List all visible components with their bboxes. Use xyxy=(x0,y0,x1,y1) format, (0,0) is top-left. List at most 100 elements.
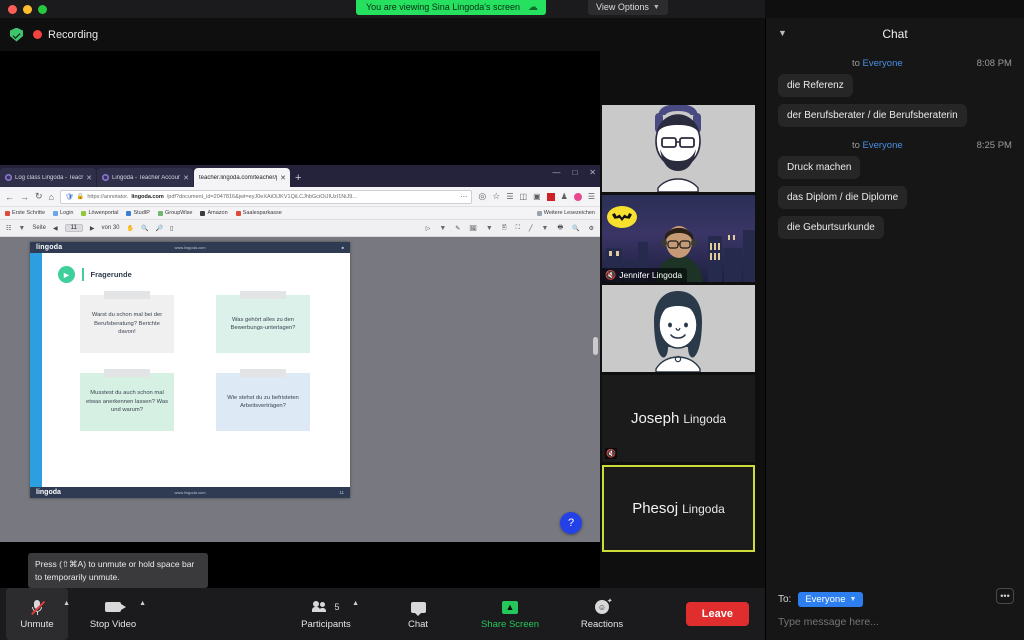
chat-recipient-dropdown[interactable]: Everyone ▼ xyxy=(798,592,864,607)
image-tool-icon[interactable]: 🖼 xyxy=(469,225,477,232)
bookmark-star-icon[interactable]: ☆ xyxy=(492,191,500,202)
pdf-scrollbar-thumb[interactable] xyxy=(593,337,598,355)
extension-pink-icon[interactable] xyxy=(573,192,582,201)
bookmark-item[interactable]: Saalesparkasse xyxy=(235,210,282,216)
participant-tile[interactable] xyxy=(602,105,755,192)
bookmark-item[interactable]: Login xyxy=(53,210,73,216)
chat-to-target[interactable]: Everyone xyxy=(863,58,903,69)
page-actions-icon[interactable]: ⋯ xyxy=(460,193,467,201)
slide-accent-strip xyxy=(30,253,42,487)
note-tool-icon[interactable]: 🖹 xyxy=(502,223,507,233)
more-bookmarks-button[interactable]: Weitere Lesezeichen xyxy=(536,210,595,216)
chat-more-options-button[interactable]: ••• xyxy=(996,588,1014,604)
unmute-button[interactable]: Unmute ▲ xyxy=(6,588,70,640)
sidebar-toggle-icon[interactable]: ☷ xyxy=(6,225,11,232)
back-icon[interactable]: ← xyxy=(5,192,14,202)
hamburger-menu-icon[interactable]: ☰ xyxy=(588,192,595,201)
stop-video-button[interactable]: Stop Video ▲ xyxy=(82,588,146,640)
print-icon[interactable]: 🖶 xyxy=(557,223,563,233)
chevron-down-icon[interactable]: ▼ xyxy=(18,225,25,232)
view-options-button[interactable]: View Options ▼ xyxy=(588,0,668,15)
library-icon[interactable]: ☰ xyxy=(506,192,513,201)
shape-tool-icon[interactable]: ⛶ xyxy=(516,225,520,232)
audio-options-chevron-icon[interactable]: ▲ xyxy=(63,600,70,607)
chat-button[interactable]: Chat xyxy=(387,588,449,640)
microphone-muted-icon: 🔇 xyxy=(605,269,617,280)
search-icon[interactable]: 🔍 xyxy=(572,225,579,232)
new-tab-button[interactable]: + xyxy=(295,172,301,184)
pocket-icon[interactable]: ◎ xyxy=(478,191,486,202)
reactions-button[interactable]: ☺ ✦ Reactions xyxy=(571,588,633,640)
chat-to-prefix: to xyxy=(851,140,860,151)
participant-tile-active-speaker[interactable]: Phesoj Lingoda xyxy=(602,465,755,552)
send-plane-icon: ► xyxy=(58,266,75,283)
container-icon[interactable]: ▣ xyxy=(533,192,541,201)
home-icon[interactable]: ⌂ xyxy=(49,192,54,202)
slide-header: lingoda www.lingoda.com ■ xyxy=(30,242,350,253)
participant-display-name: Joseph Lingoda xyxy=(631,410,726,427)
zoom-meeting-window: You are viewing Sina Lingoda's screen ☁ … xyxy=(0,0,1024,640)
browser-tab[interactable]: Lingoda - Teacher Account ✕ xyxy=(97,168,193,187)
participants-chevron-icon[interactable]: ▲ xyxy=(352,600,359,607)
participant-tile[interactable]: Joseph Lingoda 🔇 xyxy=(602,375,755,462)
bookmark-item[interactable]: Amazon xyxy=(200,210,228,216)
chat-message-bubble: die Referenz xyxy=(778,74,853,97)
forward-icon[interactable]: → xyxy=(20,192,29,202)
browser-tab-active[interactable]: teacher.lingoda.com/teacher/pdf ✕ xyxy=(194,168,290,187)
bookmark-item[interactable]: GroupWise xyxy=(157,210,193,216)
page-number-input[interactable]: 11 xyxy=(64,224,83,232)
previous-page-button[interactable]: ◀ xyxy=(53,225,58,232)
participant-tile[interactable]: 🔇 Jennifer Lingoda xyxy=(602,195,755,282)
chevron-down-icon[interactable]: ▼ xyxy=(542,225,549,232)
account-icon[interactable]: ♟ xyxy=(561,192,568,201)
close-tab-icon[interactable]: ✕ xyxy=(280,174,286,182)
maximize-icon[interactable]: □ xyxy=(572,168,577,177)
highlight-tool-icon[interactable]: ✎ xyxy=(455,225,460,232)
close-icon[interactable]: ✕ xyxy=(589,168,596,177)
slide-footer-website: www.lingoda.com xyxy=(174,490,206,495)
address-input[interactable]: 🛡 🔒 https://annotator. lingoda.com/pdf?do… xyxy=(59,189,473,204)
chevron-down-icon[interactable]: ▼ xyxy=(778,28,787,38)
bookmark-item[interactable]: Erste Schritte xyxy=(5,210,45,216)
cursor-tool-icon[interactable]: ▷ xyxy=(426,225,431,232)
zoom-in-icon[interactable]: 🔎 xyxy=(155,225,162,232)
extension-red-icon[interactable] xyxy=(546,192,555,201)
participant-name: Jennifer Lingoda xyxy=(619,270,683,280)
line-tool-icon[interactable]: ╱ xyxy=(529,225,533,232)
close-window-button[interactable] xyxy=(8,5,17,14)
pdf-page-viewport[interactable]: lingoda www.lingoda.com ■ ► Fragerunde W… xyxy=(0,237,600,542)
help-button[interactable]: ? xyxy=(560,512,582,534)
bookmark-item[interactable]: StudIP xyxy=(126,210,150,216)
minimize-window-button[interactable] xyxy=(23,5,32,14)
participants-button[interactable]: 5 Participants ▲ xyxy=(295,588,359,640)
participant-tile[interactable] xyxy=(602,285,755,372)
chat-message-input[interactable] xyxy=(778,616,1012,628)
zoom-out-icon[interactable]: 🔍 xyxy=(141,225,148,232)
browser-tab[interactable]: Log class Lingoda - Teacher A… ✕ xyxy=(0,168,96,187)
close-tab-icon[interactable]: ✕ xyxy=(86,174,92,182)
sidebar-icon[interactable]: ◫ xyxy=(520,192,528,201)
video-options-chevron-icon[interactable]: ▲ xyxy=(139,600,146,607)
share-screen-button[interactable]: ▲ Share Screen xyxy=(479,588,541,640)
bookmark-label: GroupWise xyxy=(164,210,193,216)
maximize-window-button[interactable] xyxy=(38,5,47,14)
favicon-icon xyxy=(5,174,12,181)
chat-compose-area: ••• To: Everyone ▼ xyxy=(766,584,1024,640)
reload-icon[interactable]: ↻ xyxy=(35,191,43,202)
chat-to-target[interactable]: Everyone xyxy=(863,140,903,151)
chevron-down-icon[interactable]: ▼ xyxy=(439,225,446,232)
page-word-label: Seite xyxy=(32,225,47,231)
chat-message-list[interactable]: to Everyone 8:08 PM die Referenz der Ber… xyxy=(766,50,1024,584)
chat-message-bubble: der Berufsberater / die Berufsberaterin xyxy=(778,104,967,127)
fit-page-icon[interactable]: ▯ xyxy=(170,225,173,232)
close-tab-icon[interactable]: ✕ xyxy=(183,174,189,182)
minimize-icon[interactable]: — xyxy=(552,168,560,177)
bookmark-item[interactable]: Löwenportal xyxy=(81,210,118,216)
pan-hand-icon[interactable]: ✋ xyxy=(127,225,134,232)
next-page-button[interactable]: ▶ xyxy=(90,225,95,232)
settings-gear-icon[interactable]: ⚙ xyxy=(589,225,594,232)
leave-meeting-button[interactable]: Leave xyxy=(685,602,749,626)
tracking-shield-icon[interactable]: 🛡 xyxy=(65,193,74,201)
chevron-down-icon[interactable]: ▼ xyxy=(486,225,493,232)
question-card: Musstest du auch schon mal etwas anerken… xyxy=(80,369,174,431)
